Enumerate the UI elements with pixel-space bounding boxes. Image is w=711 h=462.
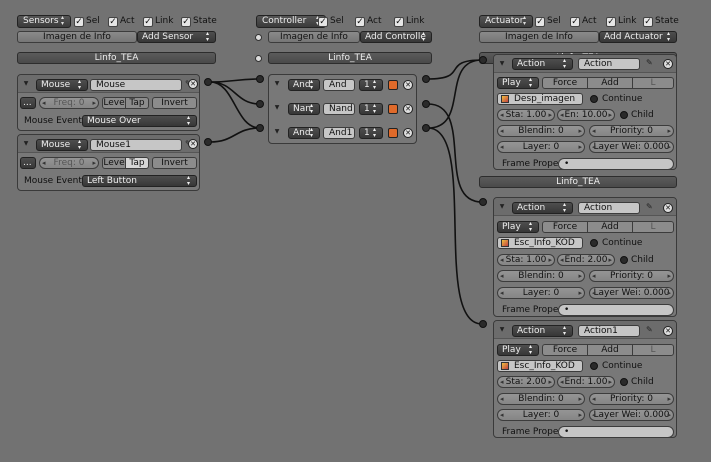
controller1-input-socket-icon bbox=[256, 75, 264, 83]
controller2-input-socket-icon bbox=[256, 100, 264, 108]
wire-sensor1-controller2 bbox=[209, 81, 261, 105]
actuator3-input-socket-icon bbox=[479, 320, 487, 328]
controller2-output-socket-icon bbox=[422, 100, 430, 108]
controller1-output-socket-icon bbox=[422, 75, 430, 83]
wire-sensor1-controller3 bbox=[209, 81, 261, 129]
actuator2-input-socket-icon bbox=[479, 198, 487, 206]
wire-sensor2-controller3 bbox=[209, 127, 261, 143]
actuator1-input-socket-icon bbox=[479, 56, 487, 64]
controller3-input-socket-icon bbox=[256, 124, 264, 132]
logic-connection-wires bbox=[204, 56, 487, 328]
wire-sensor1-controller1 bbox=[209, 78, 261, 83]
sensor2-output-socket-icon bbox=[204, 138, 212, 146]
wire-controller1-actuator1 bbox=[427, 59, 483, 80]
sensor1-output-socket-icon bbox=[204, 78, 212, 86]
controller3-output-socket-icon bbox=[422, 124, 430, 132]
wire-controller2-actuator2 bbox=[427, 103, 483, 203]
